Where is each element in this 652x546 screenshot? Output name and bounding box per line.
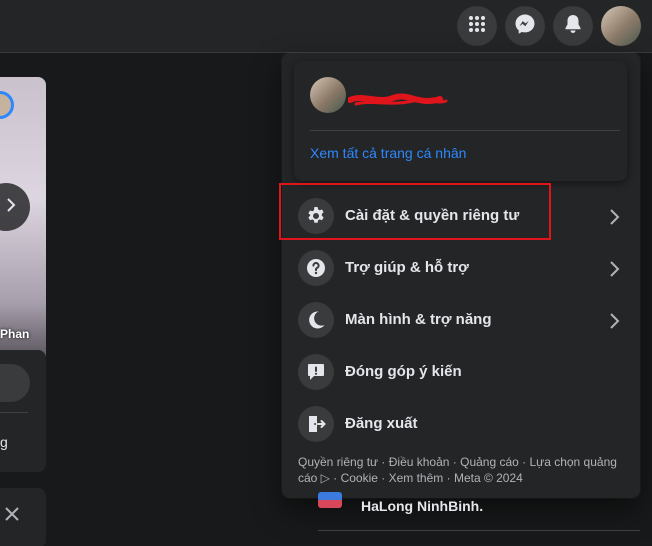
menu-item-give-feedback[interactable]: Đóng góp ý kiến [290,349,632,399]
menu-item-label: Đăng xuất [345,415,418,432]
story-next-button[interactable] [0,183,30,231]
create-post-option-label[interactable]: g [0,434,8,450]
account-dropdown-menu: Xem tất cả trang cá nhân Cài đặt & quyền… [282,53,640,498]
story-card[interactable]: Phan [0,77,46,379]
footer-links[interactable]: Quyền riêng tư · Điều khoản · Quảng cáo … [298,454,618,486]
redacted-name-scribble [347,91,448,116]
menu-item-label: Trợ giúp & hỗ trợ [345,259,469,276]
menu-item-label: Cài đặt & quyền riêng tư [345,207,520,224]
create-post-card: g [0,350,46,472]
dismissable-card [0,488,46,546]
feed-column: Phan g [0,53,46,546]
divider [0,412,28,413]
moon-icon [298,302,334,338]
menu-item-label: Màn hình & trợ năng [345,311,492,328]
divider [310,130,620,131]
chevron-right-icon [608,207,620,232]
menu-item-display-accessibility[interactable]: Màn hình & trợ năng [290,297,632,347]
messenger-icon [514,13,536,40]
chevron-right-icon [6,197,16,218]
create-post-input[interactable] [0,364,30,402]
menu-grid-icon [467,14,487,39]
chevron-right-icon [608,259,620,284]
close-icon[interactable] [4,506,20,527]
menu-item-log-out[interactable]: Đăng xuất [290,401,632,451]
group-shortcut-row[interactable]: HaLong NinhBinh. [318,492,640,532]
story-avatar [0,91,14,119]
profile-avatar [310,77,346,113]
story-author-name: Phan [0,327,30,341]
group-icon [318,492,342,508]
messenger-button[interactable] [505,6,545,46]
divider [318,530,640,531]
profile-card[interactable]: Xem tất cả trang cá nhân [294,61,627,181]
chevron-right-icon [608,311,620,336]
account-avatar-button[interactable] [601,6,641,46]
menu-grid-button[interactable] [457,6,497,46]
group-name: HaLong NinhBinh. [361,498,484,514]
top-navigation-bar [0,0,652,53]
menu-item-help-support[interactable]: Trợ giúp & hỗ trợ [290,245,632,295]
see-all-profiles-link[interactable]: Xem tất cả trang cá nhân [310,145,466,161]
settings-gear-icon [298,198,334,234]
menu-item-settings-privacy[interactable]: Cài đặt & quyền riêng tư [290,193,632,243]
notifications-bell-icon [563,13,583,40]
feedback-exclamation-icon [298,354,334,390]
menu-item-label: Đóng góp ý kiến [345,363,462,380]
help-question-icon [298,250,334,286]
notifications-button[interactable] [553,6,593,46]
logout-door-icon [298,406,334,442]
